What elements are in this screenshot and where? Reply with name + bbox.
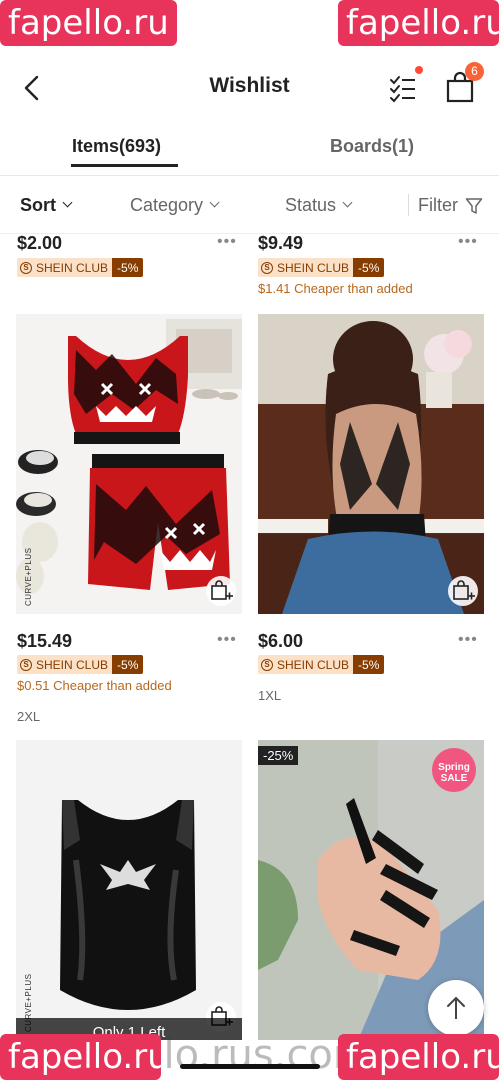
sort-dropdown[interactable]: Sort [20, 195, 73, 216]
divider [408, 194, 409, 216]
filter-label: Filter [418, 195, 458, 215]
shein-club-badge: S SHEIN CLUB -5% [17, 655, 144, 674]
status-label: Status [285, 195, 337, 215]
shein-club-icon: S [20, 261, 32, 274]
tab-items[interactable]: Items(693) [72, 136, 161, 157]
more-options-button[interactable]: ••• [458, 631, 478, 649]
club-label: S SHEIN CLUB [17, 655, 113, 674]
add-to-bag-icon [211, 580, 233, 600]
sort-label: Sort [20, 195, 56, 215]
page-title: Wishlist [209, 74, 290, 97]
category-label: Category [130, 195, 204, 215]
price-drop-text: $1.41 Cheaper than added [258, 281, 413, 296]
club-text: SHEIN CLUB [277, 260, 350, 275]
arrow-up-icon [447, 996, 465, 1019]
club-label: S SHEIN CLUB [17, 258, 113, 277]
shein-club-icon: S [261, 261, 273, 274]
product-price: $6.00 [258, 631, 304, 651]
funnel-icon [465, 197, 483, 214]
club-text: SHEIN CLUB [36, 657, 109, 672]
category-dropdown[interactable]: Category [130, 195, 220, 216]
size-label: 1XL [258, 688, 282, 703]
brand-label: CURVE+PLUS [24, 547, 33, 606]
shein-club-icon: S [261, 658, 273, 671]
product-photo-red-set [16, 319, 242, 594]
club-text: SHEIN CLUB [277, 657, 350, 672]
home-indicator [180, 1064, 320, 1069]
price-drop-text: $0.51 Cheaper than added [17, 678, 172, 693]
product-price: $2.00 [17, 233, 63, 253]
tab-boards[interactable]: Boards(1) [330, 136, 414, 157]
add-to-bag-icon [453, 580, 475, 600]
filter-button[interactable]: Filter [418, 195, 483, 216]
club-discount: -5% [112, 258, 144, 277]
watermark-bottom-left: fapello.ru [0, 1034, 169, 1080]
club-discount: -5% [353, 258, 385, 277]
status-dropdown[interactable]: Status [285, 195, 353, 216]
checklist-icon [390, 76, 415, 103]
discount-badge: -25% [258, 746, 299, 765]
wishlist-tabs: Items(693) Boards(1) [0, 122, 499, 176]
watermark-top-left: fapello.ru [0, 0, 177, 46]
notification-dot [415, 66, 423, 74]
product-image[interactable] [258, 314, 484, 614]
club-discount: -5% [353, 655, 385, 674]
product-image[interactable]: CURVE+PLUS [16, 314, 242, 614]
size-label: 2XL [17, 709, 41, 724]
watermark-bottom-right: fapello.ru [338, 1034, 499, 1080]
add-to-cart-button[interactable] [206, 576, 236, 606]
product-photo-black-tank [60, 800, 196, 1010]
product-price: $15.49 [17, 631, 73, 651]
add-to-cart-button[interactable] [448, 576, 478, 606]
club-label: S SHEIN CLUB [258, 655, 354, 674]
scroll-to-top-button[interactable] [428, 980, 484, 1036]
filter-bar: Sort Category Status Filter [0, 176, 499, 234]
chevron-down-icon [62, 197, 73, 208]
watermark-top-right: fapello.ru [338, 0, 499, 46]
shein-club-icon: S [20, 658, 32, 671]
checklist-button[interactable] [388, 72, 418, 104]
club-discount: -5% [112, 655, 144, 674]
product-image[interactable]: CURVE+PLUS Only 1 Left [16, 740, 242, 1040]
chevron-down-icon [342, 197, 353, 208]
shein-club-badge: S SHEIN CLUB -5% [258, 655, 385, 674]
product-price: $9.49 [258, 233, 304, 253]
club-text: SHEIN CLUB [36, 260, 109, 275]
more-options-button[interactable]: ••• [217, 631, 237, 649]
chevron-down-icon [209, 197, 220, 208]
product-photo-butterfly-top [258, 321, 484, 614]
active-tab-indicator [71, 164, 178, 167]
promo-badge: Spring SALE [438, 762, 470, 784]
shein-club-badge: S SHEIN CLUB -5% [17, 258, 144, 277]
more-options-button[interactable]: ••• [458, 233, 478, 251]
club-label: S SHEIN CLUB [258, 258, 354, 277]
more-options-button[interactable]: ••• [217, 233, 237, 251]
shein-club-badge: S SHEIN CLUB -5% [258, 258, 385, 277]
cart-count-badge: 6 [465, 62, 484, 81]
